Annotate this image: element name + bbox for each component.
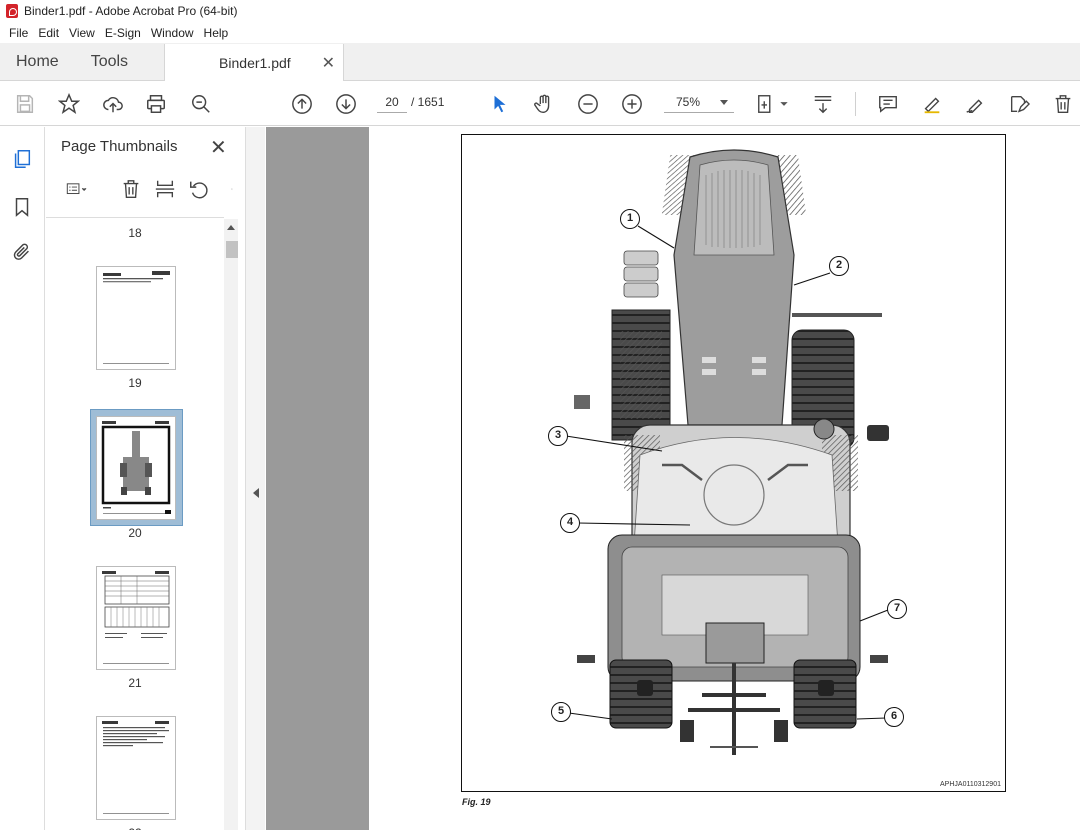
thumbnail-label: 20 xyxy=(128,526,142,540)
thumbnail-options-icon[interactable] xyxy=(60,177,94,201)
figure-code: APHJA0110312901 xyxy=(940,781,1001,788)
page-thumbnails-panel: Page Thumbnails ✕ 18 19 20 21 xyxy=(46,127,244,830)
thumbnail-scrollbar[interactable] xyxy=(224,219,238,830)
tractor-figure: 1 2 3 4 5 6 7 APHJA0110312901 xyxy=(461,134,1006,792)
thumbnail-label: 19 xyxy=(128,376,142,390)
title-bar: Binder1.pdf - Adobe Acrobat Pro (64-bit) xyxy=(0,0,1080,22)
attachment-icon[interactable] xyxy=(10,240,34,264)
search-zoom-icon[interactable] xyxy=(189,92,213,116)
menu-window[interactable]: Window xyxy=(146,26,199,40)
sign-icon[interactable] xyxy=(963,92,987,116)
tab-tools[interactable]: Tools xyxy=(75,43,144,80)
delete-page-icon[interactable] xyxy=(119,177,143,201)
tab-document-label: Binder1.pdf xyxy=(219,54,291,71)
zoom-select[interactable]: 75% xyxy=(664,91,734,113)
delete-icon[interactable] xyxy=(1051,92,1075,116)
callout-2: 2 xyxy=(829,256,849,276)
panel-title: Page Thumbnails xyxy=(61,138,178,155)
scrollbar-thumb[interactable] xyxy=(226,241,238,258)
zoom-dropdown-icon xyxy=(720,100,728,105)
thumbnail-label: 21 xyxy=(128,676,142,690)
menu-view[interactable]: View xyxy=(64,26,100,40)
hand-tool-icon[interactable] xyxy=(532,92,556,116)
menu-file[interactable]: File xyxy=(4,26,33,40)
callout-4: 4 xyxy=(560,513,580,533)
window-title: Binder1.pdf - Adobe Acrobat Pro (64-bit) xyxy=(24,4,238,18)
bookmark-icon[interactable] xyxy=(10,195,34,219)
callout-6: 6 xyxy=(884,707,904,727)
tab-bar: Home Tools Binder1.pdf ✕ xyxy=(0,43,1080,81)
callout-3: 3 xyxy=(548,426,568,446)
next-page-icon[interactable] xyxy=(334,92,358,116)
callout-7: 7 xyxy=(887,599,907,619)
pdf-page: 1 2 3 4 5 6 7 APHJA0110312901 Fig. 19 xyxy=(369,127,1080,830)
tab-home[interactable]: Home xyxy=(0,43,75,80)
star-icon[interactable] xyxy=(57,92,81,116)
callout-5: 5 xyxy=(551,702,571,722)
cloud-upload-icon[interactable] xyxy=(101,92,125,116)
edit-pdf-icon[interactable] xyxy=(1007,92,1031,116)
panel-collapse-handle[interactable] xyxy=(245,127,265,830)
thumbnail-page-selected[interactable] xyxy=(96,416,176,520)
rotate-counterclockwise-icon[interactable] xyxy=(187,177,211,201)
thumbnail-page[interactable] xyxy=(96,266,176,370)
close-panel-icon[interactable]: ✕ xyxy=(210,135,227,160)
callout-1: 1 xyxy=(620,209,640,229)
document-viewport[interactable]: 1 2 3 4 5 6 7 APHJA0110312901 Fig. 19 xyxy=(266,127,1080,830)
save-icon[interactable] xyxy=(13,92,37,116)
scroll-mode-icon[interactable] xyxy=(811,92,835,116)
main-toolbar xyxy=(0,82,1080,126)
menu-bar: File Edit View E-Sign Window Help xyxy=(0,22,1080,43)
page-fit-dropdown-icon[interactable] xyxy=(778,92,790,116)
zoom-in-icon[interactable] xyxy=(620,92,644,116)
tab-document[interactable]: Binder1.pdf ✕ xyxy=(164,44,345,81)
extract-page-icon[interactable] xyxy=(153,177,177,201)
zoom-value: 75% xyxy=(676,95,701,109)
rotate-clockwise-icon[interactable] xyxy=(221,177,233,201)
select-cursor-icon[interactable] xyxy=(488,92,512,116)
thumbnail-label: 22 xyxy=(46,826,224,830)
toolbar-separator xyxy=(855,92,856,116)
thumbnail-page[interactable] xyxy=(96,716,176,820)
menu-edit[interactable]: Edit xyxy=(33,26,64,40)
highlight-pen-icon[interactable] xyxy=(920,92,944,116)
comment-icon[interactable] xyxy=(876,92,900,116)
menu-esign[interactable]: E-Sign xyxy=(100,26,146,40)
menu-help[interactable]: Help xyxy=(199,26,234,40)
close-tab-icon[interactable]: ✕ xyxy=(322,53,335,73)
collapse-left-icon[interactable] xyxy=(253,488,259,498)
page-thumbnails-icon[interactable] xyxy=(10,147,34,171)
page-number-input[interactable] xyxy=(377,91,407,113)
page-fit-icon[interactable] xyxy=(755,92,779,116)
print-icon[interactable] xyxy=(144,92,168,116)
page-total: / 1651 xyxy=(411,95,445,109)
acrobat-logo-icon xyxy=(6,4,18,18)
previous-page-icon[interactable] xyxy=(290,92,314,116)
navigation-rail xyxy=(0,127,45,830)
thumbnail-label: 18 xyxy=(128,226,142,240)
scroll-up-icon[interactable] xyxy=(227,225,235,230)
thumbnail-list: 18 19 20 21 xyxy=(46,217,224,830)
thumbnail-page[interactable] xyxy=(96,566,176,670)
figure-caption: Fig. 19 xyxy=(462,797,491,807)
zoom-out-icon[interactable] xyxy=(576,92,600,116)
